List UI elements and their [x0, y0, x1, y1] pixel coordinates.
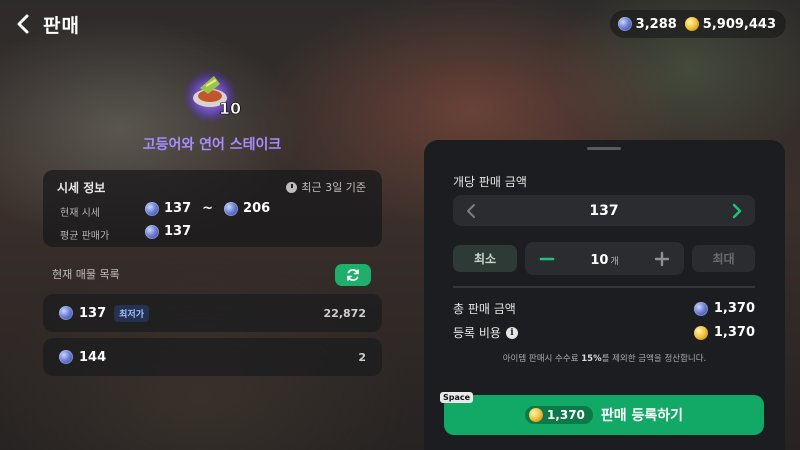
fee-value: 1,370: [713, 325, 755, 340]
unit-price-value: 137: [589, 202, 619, 219]
total-price-value: 1,370: [713, 301, 755, 316]
average-price: 137: [145, 224, 191, 239]
register-sale-label: 판매 등록하기: [600, 408, 684, 424]
refresh-icon: [347, 269, 359, 281]
chevron-left-icon[interactable]: [463, 202, 481, 220]
blue-coin-icon: [617, 17, 632, 31]
gold-coin-icon: [528, 408, 543, 422]
listing-price: 137: [79, 305, 107, 321]
quantity-value: 10: [590, 253, 609, 268]
blue-coin-icon: [693, 301, 708, 316]
market-info-period: 최근 3일 기준: [286, 179, 366, 195]
blue-coin-icon: [59, 350, 73, 364]
refresh-button[interactable]: [335, 264, 371, 286]
current-price-range: 137 ~ 206: [145, 201, 270, 216]
fee-label: 등록 비용: [453, 326, 501, 340]
listing-price: 144: [79, 349, 107, 365]
average-price-label: 평균 판매가: [60, 231, 110, 242]
plus-icon[interactable]: [654, 251, 670, 267]
gold-coin-icon: [693, 325, 708, 340]
unit-price-label: 개당 판매 금액: [453, 175, 527, 189]
info-icon[interactable]: i: [505, 326, 518, 339]
unit-price-selector: 137: [453, 195, 755, 226]
item-icon: 10: [182, 66, 241, 122]
total-price-row: 총 판매 금액 1,370: [453, 300, 755, 317]
fee-notice-before: 아이템 판매시 수수료: [502, 354, 582, 364]
minus-icon[interactable]: [539, 251, 555, 267]
total-price-label: 총 판매 금액: [453, 302, 516, 316]
back-arrow-icon[interactable]: [12, 12, 36, 36]
currency-bar: 3,288 5,909,443: [609, 10, 786, 38]
min-quantity-button[interactable]: 최소: [453, 245, 517, 272]
current-price-max: 206: [243, 201, 271, 216]
listing-quantity: 22,872: [323, 306, 366, 320]
blue-coin-icon: [145, 224, 159, 239]
market-info-period-text: 최근 3일 기준: [301, 181, 366, 194]
gold-currency-amount: 5,909,443: [702, 16, 776, 32]
fee-notice-after: 를 제외한 금액을 정산합니다.: [601, 354, 707, 364]
blue-currency-amount: 3,288: [635, 16, 677, 32]
gold-coin-icon: [684, 17, 699, 31]
blue-coin-icon: [59, 306, 73, 320]
average-price-value: 137: [164, 224, 192, 239]
current-price-min: 137: [164, 201, 192, 216]
quantity-display: 10 개: [590, 249, 618, 268]
quantity-unit: 개: [610, 257, 619, 267]
quantity-stepper: 10 개: [525, 242, 684, 275]
hotkey-badge: Space: [440, 392, 474, 403]
listing-row[interactable]: 137 최저가 22,872: [43, 294, 382, 332]
fee-notice-percent: 15%: [581, 354, 602, 364]
fee-amount: 1,370: [693, 325, 755, 340]
divider: [453, 286, 755, 288]
blue-coin-icon: [224, 201, 239, 216]
panel-drag-handle[interactable]: [587, 147, 621, 150]
market-info-title: 시세 정보: [57, 181, 106, 195]
clock-icon: [286, 181, 298, 193]
total-price-amount: 1,370: [693, 301, 755, 316]
listings-title: 현재 매물 목록: [52, 268, 120, 281]
cta-cost-value: 1,370: [546, 408, 585, 422]
fee-notice: 아이템 판매시 수수료 15%를 제외한 금액을 정산합니다.: [424, 352, 785, 364]
fee-label-group: 등록 비용 i: [453, 324, 518, 341]
listing-quantity: 2: [358, 350, 366, 364]
page-title: 판매: [43, 15, 80, 37]
listing-row[interactable]: 144 2: [43, 338, 382, 376]
cta-cost: 1,370: [524, 406, 593, 424]
register-sale-button[interactable]: 1,370 판매 등록하기: [444, 395, 764, 435]
chevron-right-icon[interactable]: [727, 202, 745, 220]
current-price-label: 현재 시세: [60, 208, 100, 219]
max-quantity-button[interactable]: 최대: [692, 245, 755, 272]
range-separator: ~: [202, 201, 214, 216]
fee-row: 등록 비용 i 1,370: [453, 324, 755, 341]
lowest-price-badge: 최저가: [114, 304, 149, 322]
item-name: 고등어와 연어 스테이크: [142, 137, 282, 153]
blue-coin-icon: [145, 201, 159, 216]
item-stack-count: 10: [219, 99, 241, 118]
